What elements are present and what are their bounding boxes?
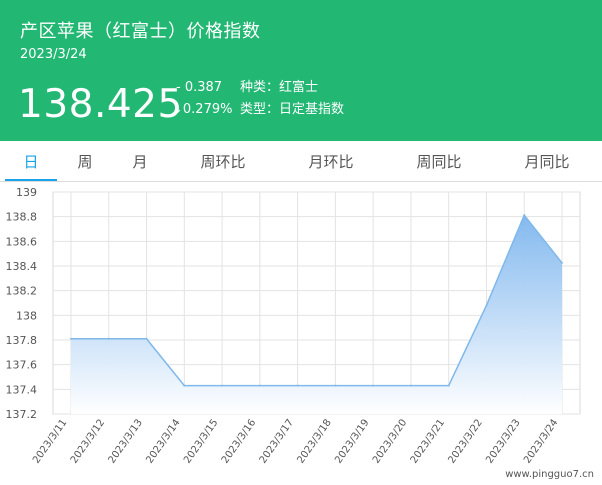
- price-header: 产区苹果（红富士）价格指数 2023/3/24 138.425 - 0.387 …: [0, 0, 602, 141]
- data-point: [409, 384, 412, 387]
- x-tick-label: 2023/3/12: [69, 417, 107, 465]
- x-tick-label: 2023/3/21: [409, 417, 447, 465]
- x-tick-label: 2023/3/15: [182, 417, 220, 465]
- price-change: - 0.387: [176, 80, 223, 95]
- index-type-label: 类型：日定基指数: [240, 102, 345, 117]
- x-tick-label: 2023/3/22: [446, 417, 484, 465]
- data-point: [221, 384, 224, 387]
- index-title: 产区苹果（红富士）价格指数: [20, 21, 261, 42]
- x-tick-label: 2023/3/18: [295, 417, 333, 465]
- tab-month-over-month[interactable]: 月环比: [296, 141, 366, 179]
- data-point: [523, 214, 526, 217]
- tab-week[interactable]: 周: [64, 141, 106, 179]
- x-tick-label: 2023/3/20: [371, 417, 409, 465]
- index-date: 2023/3/24: [20, 47, 87, 62]
- y-tick-label: 137.2: [6, 408, 38, 421]
- x-tick-label: 2023/3/14: [144, 417, 182, 465]
- data-point: [372, 384, 375, 387]
- period-tabs: 日 周 月 周环比 月环比 周同比 月同比: [0, 141, 602, 182]
- data-point: [334, 384, 337, 387]
- x-tick-label: 2023/3/19: [333, 417, 371, 465]
- tab-week-year-over-year[interactable]: 周同比: [404, 141, 474, 179]
- data-point: [183, 384, 186, 387]
- tab-week-over-week[interactable]: 周环比: [188, 141, 258, 179]
- data-point: [258, 384, 261, 387]
- data-point: [296, 384, 299, 387]
- data-point: [70, 337, 72, 340]
- price-change-percent: ↓0.279%: [172, 102, 233, 117]
- y-tick-label: 138.2: [6, 285, 38, 298]
- data-point: [561, 261, 563, 264]
- data-point: [145, 337, 148, 340]
- current-price: 138.425: [18, 82, 183, 127]
- x-tick-label: 2023/3/24: [522, 417, 560, 465]
- y-tick-label: 138.6: [6, 235, 38, 248]
- series-area: [71, 215, 562, 414]
- y-tick-label: 138.8: [6, 211, 38, 224]
- x-tick-label: 2023/3/16: [220, 417, 258, 465]
- data-point: [107, 337, 110, 340]
- variety-label: 种类：红富士: [240, 80, 319, 95]
- y-tick-label: 139: [16, 186, 37, 199]
- tab-month-year-over-year[interactable]: 月同比: [512, 141, 582, 179]
- y-tick-label: 138: [16, 309, 37, 322]
- tab-month[interactable]: 月: [119, 141, 161, 179]
- price-index-chart: 137.2 137.4 137.6 137.8 138 138.2 138.4 138.6 13…: [6, 186, 581, 466]
- x-tick-label: 2023/3/13: [107, 417, 145, 465]
- y-tick-label: 137.6: [6, 359, 38, 372]
- data-point: [447, 384, 450, 387]
- data-point: [485, 304, 488, 307]
- y-tick-label: 138.4: [6, 260, 38, 273]
- x-tick-label: 2023/3/11: [31, 417, 69, 465]
- x-tick-label: 2023/3/23: [484, 417, 522, 465]
- tab-day[interactable]: 日: [5, 141, 57, 181]
- site-watermark: www.pingguo7.cn: [505, 469, 594, 480]
- y-tick-label: 137.4: [6, 383, 38, 396]
- y-tick-label: 137.8: [6, 334, 38, 347]
- x-tick-label: 2023/3/17: [258, 417, 296, 465]
